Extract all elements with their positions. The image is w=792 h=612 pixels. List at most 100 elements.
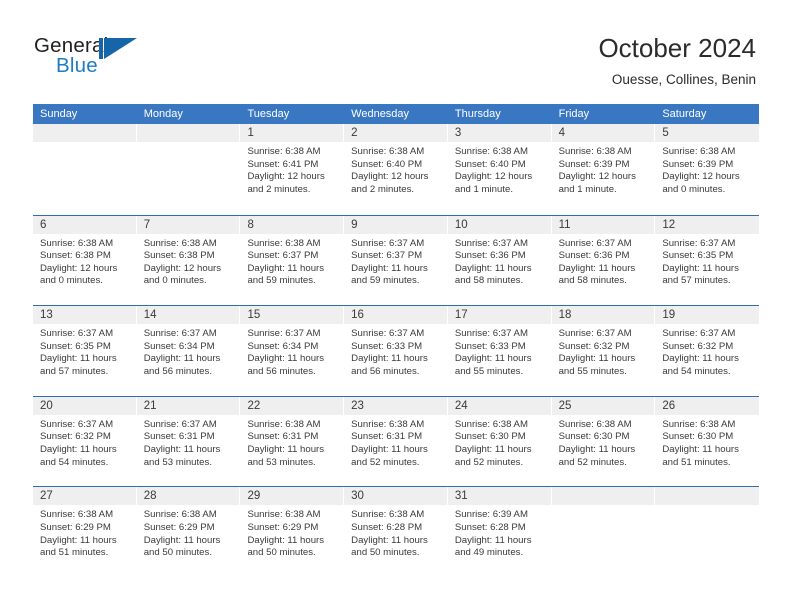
calendar-week-row: 20 Sunrise: 6:37 AM Sunset: 6:32 PM Dayligh… — [33, 395, 760, 487]
daylight-text-line1: Daylight: 11 hours — [454, 353, 532, 365]
day-details: Sunrise: 6:38 AM Sunset: 6:29 PM Daylight:… — [137, 505, 241, 559]
daylight-text-line1: Daylight: 12 hours — [40, 262, 118, 274]
daylight-text-line1: Daylight: 12 hours — [143, 262, 222, 274]
calendar-day-cell[interactable]: 18 Sunrise: 6:37 AM Sunset: 6:32 PM Dayligh… — [551, 306, 656, 396]
brand-logo[interactable]: General Blue — [34, 34, 214, 86]
day-number: 29 — [247, 490, 261, 503]
day-details: Sunrise: 6:37 AM Sunset: 6:34 PM Daylight:… — [137, 324, 241, 378]
sunset-text: Sunset: 6:30 PM — [558, 431, 630, 443]
day-details: Sunrise: 6:37 AM Sunset: 6:36 PM Daylight:… — [448, 234, 552, 288]
day-number: 18 — [558, 309, 572, 322]
day-number-band: 31 — [447, 487, 552, 506]
daylight-text-line2: and 52 minutes. — [351, 456, 420, 468]
sunset-text: Sunset: 6:39 PM — [558, 158, 630, 170]
daylight-text-line1: Daylight: 12 hours — [247, 171, 325, 183]
calendar-day-cell[interactable]: 26 Sunrise: 6:38 AM Sunset: 6:30 PM Dayligh… — [655, 396, 760, 487]
calendar-day-cell[interactable]: 16 Sunrise: 6:37 AM Sunset: 6:33 PM Dayligh… — [344, 306, 448, 396]
day-number-band: 12 — [655, 215, 760, 234]
sunrise-text: Sunrise: 6:38 AM — [351, 509, 425, 521]
calendar-day-cell[interactable]: 15 Sunrise: 6:37 AM Sunset: 6:34 PM Dayligh… — [240, 306, 345, 396]
calendar-day-cell[interactable]: 10 Sunrise: 6:37 AM Sunset: 6:36 PM Dayligh… — [447, 215, 552, 306]
calendar-day-cell[interactable]: 23 Sunrise: 6:38 AM Sunset: 6:31 PM Dayligh… — [344, 396, 448, 487]
calendar-day-cell[interactable]: 25 Sunrise: 6:38 AM Sunset: 6:30 PM Dayligh… — [551, 396, 656, 487]
page-title: October 2024 — [598, 33, 756, 63]
day-details: Sunrise: 6:37 AM Sunset: 6:33 PM Daylight:… — [448, 324, 552, 378]
daylight-text-line2: and 58 minutes. — [558, 275, 627, 287]
calendar-day-cell[interactable]: 17 Sunrise: 6:37 AM Sunset: 6:33 PM Dayligh… — [447, 306, 552, 396]
daylight-text-line1: Daylight: 11 hours — [662, 353, 739, 365]
calendar-day-cell[interactable]: 31 Sunrise: 6:39 AM Sunset: 6:28 PM Dayligh… — [447, 487, 552, 577]
daylight-text-line2: and 55 minutes. — [558, 365, 627, 377]
calendar-day-cell[interactable]: 2 Sunrise: 6:38 AM Sunset: 6:40 PM Daylight… — [344, 124, 448, 215]
day-number-band: 30 — [344, 487, 448, 506]
calendar-day-cell[interactable]: 22 Sunrise: 6:38 AM Sunset: 6:31 PM Dayligh… — [240, 396, 345, 487]
calendar-day-cell[interactable]: 30 Sunrise: 6:38 AM Sunset: 6:28 PM Dayligh… — [344, 487, 448, 577]
calendar-day-cell[interactable]: 21 Sunrise: 6:37 AM Sunset: 6:31 PM Dayligh… — [136, 396, 241, 487]
calendar-day-cell[interactable]: 28 Sunrise: 6:38 AM Sunset: 6:29 PM Dayligh… — [136, 487, 241, 577]
day-details: Sunrise: 6:38 AM Sunset: 6:37 PM Daylight:… — [240, 234, 344, 288]
day-details: Sunrise: 6:37 AM Sunset: 6:35 PM Daylight:… — [655, 234, 759, 288]
calendar-day-cell[interactable]: 13 Sunrise: 6:37 AM Sunset: 6:35 PM Dayligh… — [33, 306, 137, 396]
daylight-text-line2: and 0 minutes. — [40, 275, 103, 287]
daylight-text-line1: Daylight: 11 hours — [351, 443, 428, 455]
logo-bar-shape — [99, 38, 103, 59]
daylight-text-line2: and 0 minutes. — [143, 275, 207, 287]
day-number: 28 — [143, 490, 157, 503]
calendar-day-cell[interactable]: 14 Sunrise: 6:37 AM Sunset: 6:34 PM Dayligh… — [136, 306, 241, 396]
calendar-day-cell[interactable]: 19 Sunrise: 6:37 AM Sunset: 6:32 PM Dayligh… — [655, 306, 760, 396]
daylight-text-line1: Daylight: 11 hours — [40, 534, 117, 546]
day-number-band: 15 — [240, 306, 345, 325]
daylight-text-line2: and 59 minutes. — [247, 275, 316, 287]
day-number-band — [551, 487, 656, 506]
calendar-day-cell[interactable]: 27 Sunrise: 6:38 AM Sunset: 6:29 PM Dayligh… — [33, 487, 137, 577]
calendar-day-cell[interactable]: 8 Sunrise: 6:38 AM Sunset: 6:37 PM Daylight… — [240, 215, 345, 306]
day-number: 30 — [351, 490, 364, 503]
calendar-day-cell[interactable]: 9 Sunrise: 6:37 AM Sunset: 6:37 PM Daylight… — [344, 215, 448, 306]
day-details: Sunrise: 6:37 AM Sunset: 6:33 PM Daylight:… — [344, 324, 448, 378]
location-subtitle: Ouesse, Collines, Benin — [611, 72, 756, 87]
day-number-band: 2 — [344, 124, 448, 142]
daylight-text-line1: Daylight: 11 hours — [247, 353, 325, 365]
sunset-text: Sunset: 6:35 PM — [40, 340, 111, 352]
calendar-day-cell[interactable]: 24 Sunrise: 6:38 AM Sunset: 6:30 PM Dayligh… — [447, 396, 552, 487]
sunrise-text: Sunrise: 6:37 AM — [558, 237, 632, 249]
calendar-day-cell[interactable]: 1 Sunrise: 6:38 AM Sunset: 6:41 PM Daylight… — [240, 124, 345, 215]
calendar-day-cell[interactable]: 20 Sunrise: 6:37 AM Sunset: 6:32 PM Dayligh… — [33, 396, 137, 487]
sunrise-text: Sunrise: 6:37 AM — [558, 328, 632, 340]
calendar-day-cell[interactable]: 11 Sunrise: 6:37 AM Sunset: 6:36 PM Dayligh… — [551, 215, 656, 306]
calendar-day-cell[interactable]: 12 Sunrise: 6:37 AM Sunset: 6:35 PM Dayligh… — [655, 215, 760, 306]
calendar-day-cell[interactable]: 7 Sunrise: 6:38 AM Sunset: 6:38 PM Daylight… — [136, 215, 241, 306]
calendar-day-cell[interactable]: 3 Sunrise: 6:38 AM Sunset: 6:40 PM Daylight… — [447, 124, 552, 215]
sunrise-text: Sunrise: 6:38 AM — [662, 146, 736, 157]
day-details — [552, 505, 656, 509]
sunrise-text: Sunrise: 6:37 AM — [351, 237, 425, 249]
sunrise-text: Sunrise: 6:37 AM — [454, 237, 528, 249]
daylight-text-line1: Daylight: 12 hours — [558, 171, 636, 183]
day-details — [33, 142, 137, 146]
calendar-page: General Blue October 2024 Ouesse, Collin… — [0, 0, 792, 612]
calendar-day-cell[interactable]: 29 Sunrise: 6:38 AM Sunset: 6:29 PM Dayligh… — [240, 487, 345, 577]
sunset-text: Sunset: 6:32 PM — [40, 431, 111, 443]
calendar-day-cell[interactable]: 6 Sunrise: 6:38 AM Sunset: 6:38 PM Daylight… — [33, 215, 137, 306]
daylight-text-line2: and 50 minutes. — [351, 547, 420, 559]
day-number-band: 3 — [447, 124, 552, 142]
calendar-day-cell[interactable]: 4 Sunrise: 6:38 AM Sunset: 6:39 PM Daylight… — [551, 124, 656, 215]
day-number-band: 5 — [655, 124, 760, 142]
day-number-band: 6 — [33, 215, 137, 234]
daylight-text-line1: Daylight: 12 hours — [351, 171, 429, 183]
daylight-text-line2: and 58 minutes. — [454, 275, 524, 287]
sunset-text: Sunset: 6:33 PM — [351, 340, 423, 352]
day-number: 20 — [40, 399, 53, 412]
calendar-day-cell[interactable]: 5 Sunrise: 6:38 AM Sunset: 6:39 PM Daylight… — [655, 124, 760, 215]
day-details: Sunrise: 6:38 AM Sunset: 6:28 PM Daylight:… — [344, 505, 448, 559]
day-number-band: 10 — [447, 215, 552, 234]
daylight-text-line1: Daylight: 11 hours — [40, 353, 117, 365]
day-details: Sunrise: 6:37 AM Sunset: 6:37 PM Daylight:… — [344, 234, 448, 288]
weekday-header-saturday: Saturday — [662, 108, 707, 120]
daylight-text-line2: and 2 minutes. — [351, 183, 415, 195]
day-number-band: 14 — [136, 306, 241, 325]
sunset-text: Sunset: 6:30 PM — [454, 431, 526, 443]
calendar-day-cell-empty — [136, 124, 241, 215]
day-details: Sunrise: 6:38 AM Sunset: 6:31 PM Daylight:… — [240, 415, 344, 469]
sunrise-text: Sunrise: 6:38 AM — [558, 418, 632, 430]
